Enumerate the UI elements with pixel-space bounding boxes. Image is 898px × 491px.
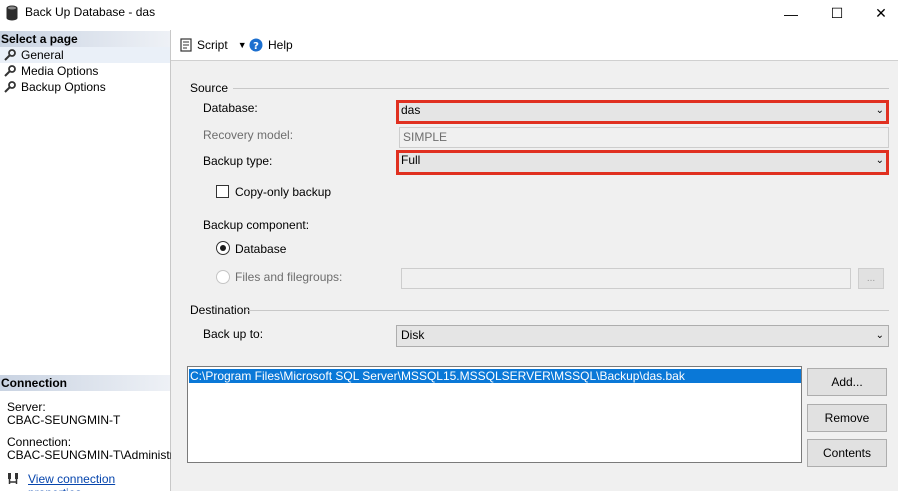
left-pane: Select a page General Media Options Back…	[0, 30, 171, 491]
select-page-header: Select a page	[0, 31, 170, 47]
close-icon: ✕	[875, 5, 887, 21]
component-files-radio[interactable]	[216, 270, 230, 284]
page-item-backup-options[interactable]: Backup Options	[0, 79, 170, 95]
component-database-label: Database	[235, 242, 287, 256]
database-icon	[6, 5, 18, 21]
chevron-down-icon: ⌄	[875, 105, 884, 116]
remove-button-label: Remove	[824, 411, 870, 425]
copy-only-checkbox[interactable]	[216, 185, 229, 198]
back-up-to-select[interactable]: Disk ⌄	[396, 325, 889, 347]
destination-list[interactable]: C:\Program Files\Microsoft SQL Server\MS…	[187, 366, 802, 463]
database-select[interactable]: das ⌄	[396, 100, 889, 124]
remove-button[interactable]: Remove	[807, 404, 887, 432]
server-value: CBAC-SEUNGMIN-T	[7, 413, 121, 427]
back-up-to-value: Disk	[401, 328, 425, 342]
radio-selected-dot	[220, 245, 226, 251]
backup-component-label: Backup component:	[203, 218, 310, 232]
wrench-icon	[4, 65, 16, 77]
back-up-to-label: Back up to:	[203, 327, 264, 341]
recovery-model-field: SIMPLE	[399, 127, 889, 148]
page-item-media-options[interactable]: Media Options	[0, 63, 170, 79]
copy-only-label: Copy-only backup	[235, 185, 332, 199]
filegroups-browse-button[interactable]: ...	[858, 268, 884, 289]
close-button[interactable]: ✕	[858, 0, 898, 27]
view-connection-properties-link[interactable]: View connection properties	[28, 472, 170, 491]
backup-type-label: Backup type:	[203, 154, 273, 168]
chevron-down-icon: ⌄	[875, 330, 884, 341]
page-item-general[interactable]: General	[0, 47, 170, 63]
filegroups-field	[401, 268, 851, 289]
contents-button[interactable]: Contents	[807, 439, 887, 467]
component-files-label: Files and filegroups:	[235, 270, 343, 284]
page-item-label: Backup Options	[21, 80, 106, 94]
source-group-divider	[233, 88, 889, 89]
add-button[interactable]: Add...	[807, 368, 887, 396]
list-item[interactable]: C:\Program Files\Microsoft SQL Server\MS…	[189, 369, 801, 383]
source-group-label: Source	[190, 81, 229, 95]
chevron-down-icon[interactable]: ▼	[238, 40, 247, 50]
title-bar: Back Up Database - das — ☐ ✕	[0, 0, 898, 27]
wrench-icon	[4, 81, 16, 93]
recovery-model-label: Recovery model:	[203, 128, 294, 142]
recovery-model-value: SIMPLE	[403, 130, 448, 144]
toolbar: Script ▼ ? Help	[171, 30, 898, 60]
connection-header: Connection	[0, 375, 170, 391]
connection-label: Connection:	[7, 435, 72, 449]
connection-value: CBAC-SEUNGMIN-T\Administrator	[7, 449, 171, 462]
help-icon: ?	[249, 38, 263, 52]
script-button[interactable]: Script ▼	[179, 38, 247, 52]
connection-properties-icon	[8, 473, 18, 484]
help-button[interactable]: ? Help	[249, 38, 293, 52]
ellipsis-label: ...	[866, 273, 876, 284]
page-item-label: Media Options	[21, 64, 99, 78]
svg-text:?: ?	[253, 41, 259, 52]
destination-group-label: Destination	[190, 303, 251, 317]
minimize-button[interactable]: —	[768, 0, 814, 27]
wrench-icon	[4, 49, 16, 61]
add-button-label: Add...	[831, 375, 863, 389]
database-label: Database:	[203, 101, 258, 115]
script-label: Script	[197, 38, 228, 52]
window-title: Back Up Database - das	[25, 5, 156, 19]
database-value: das	[401, 103, 421, 117]
backup-type-select[interactable]: Full ⌄	[396, 150, 889, 175]
script-icon	[180, 38, 192, 52]
help-label: Help	[268, 38, 293, 52]
component-database-radio[interactable]	[216, 241, 230, 255]
maximize-icon: ☐	[830, 5, 844, 21]
page-item-label: General	[21, 48, 64, 62]
backup-type-value: Full	[401, 153, 421, 167]
minimize-icon: —	[784, 5, 798, 22]
maximize-button[interactable]: ☐	[814, 0, 860, 27]
right-pane: Script ▼ ? Help Source Database: das ⌄ R…	[171, 30, 898, 491]
contents-button-label: Contents	[822, 446, 872, 460]
chevron-down-icon: ⌄	[875, 155, 884, 166]
destination-group-divider	[247, 310, 889, 311]
toolbar-divider	[171, 60, 898, 61]
